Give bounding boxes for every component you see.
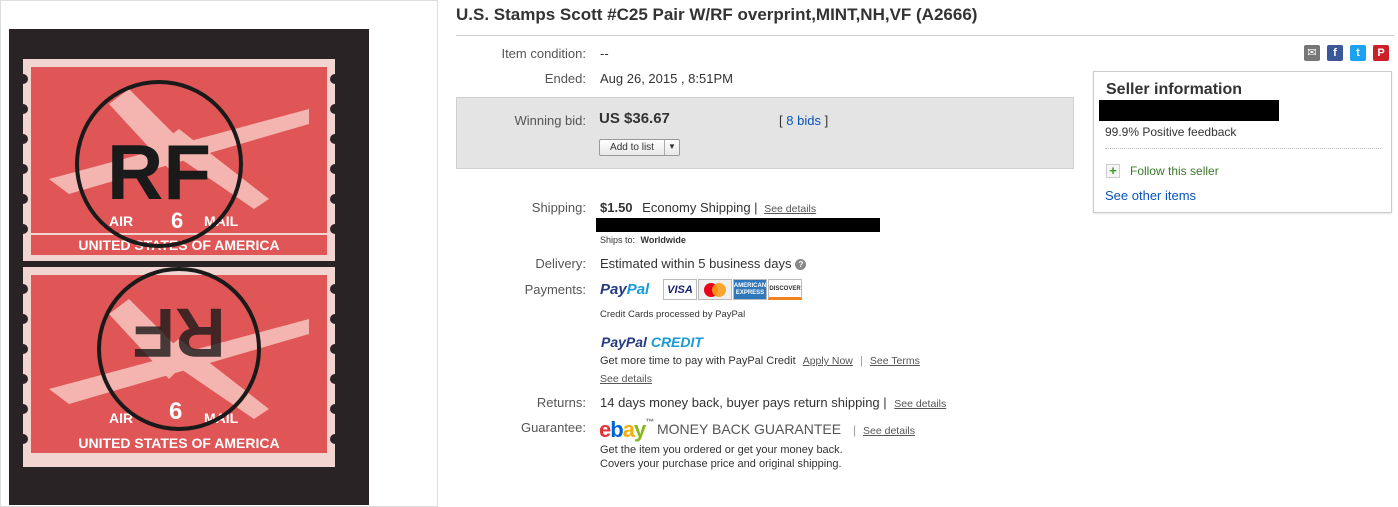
paypal-credit-line: Get more time to pay with PayPal Credit … bbox=[600, 355, 920, 367]
facebook-share-icon[interactable]: f bbox=[1327, 45, 1343, 61]
guarantee-see-details-link[interactable]: See details bbox=[863, 425, 915, 437]
rf-overprint-bottom: RF bbox=[132, 294, 225, 372]
pinterest-share-icon[interactable]: P bbox=[1373, 45, 1389, 61]
listing-page: UNITED STATES OF AMERICA AIR 6 MAIL RF U… bbox=[0, 0, 1398, 507]
winning-bid-label: Winning bid: bbox=[514, 113, 586, 128]
paypal-see-details-link[interactable]: See details bbox=[600, 373, 652, 385]
guarantee-line-1: Get the item you ordered or get your mon… bbox=[600, 444, 843, 456]
money-back-guarantee: MONEY BACK GUARANTEE | See details bbox=[657, 421, 915, 437]
amex-icon: AMERICAN EXPRESS bbox=[733, 279, 767, 300]
see-other-items-link[interactable]: See other items bbox=[1105, 188, 1196, 203]
stamp-pair-image: UNITED STATES OF AMERICA AIR 6 MAIL RF U… bbox=[18, 59, 340, 467]
returns-label: Returns: bbox=[536, 395, 586, 410]
delivery-value: Estimated within 5 business days? bbox=[600, 256, 807, 271]
help-icon[interactable]: ? bbox=[795, 259, 807, 270]
seller-divider bbox=[1105, 148, 1381, 149]
ships-to: Ships to: Worldwide bbox=[600, 235, 686, 245]
item-title: U.S. Stamps Scott #C25 Pair W/RF overpri… bbox=[456, 5, 978, 24]
returns-see-details-link[interactable]: See details bbox=[894, 398, 946, 410]
bid-count: [ 8 bids ] bbox=[779, 113, 829, 128]
plus-icon[interactable]: + bbox=[1106, 164, 1120, 178]
visa-icon: VISA bbox=[663, 279, 697, 300]
follow-seller-link[interactable]: Follow this seller bbox=[1130, 164, 1219, 178]
redacted-shipping-location bbox=[596, 218, 880, 232]
stamp-photo[interactable]: UNITED STATES OF AMERICA AIR 6 MAIL RF U… bbox=[9, 29, 369, 505]
chevron-down-icon[interactable]: ▼ bbox=[665, 140, 679, 155]
seller-info-title: Seller information bbox=[1106, 81, 1243, 98]
winning-bid-box bbox=[456, 97, 1074, 169]
delivery-label: Delivery: bbox=[535, 256, 586, 271]
image-panel: UNITED STATES OF AMERICA AIR 6 MAIL RF U… bbox=[0, 0, 438, 507]
seller-info-box: Seller information 99.9% Positive feedba… bbox=[1093, 71, 1392, 213]
mastercard-icon bbox=[698, 279, 732, 300]
condition-value: -- bbox=[600, 46, 609, 61]
ebay-logo: ebay™ bbox=[599, 417, 654, 442]
add-to-list-label[interactable]: Add to list bbox=[600, 140, 665, 155]
ended-value: Aug 26, 2015 , 8:51PM bbox=[600, 71, 733, 86]
shipping-method: Economy Shipping | bbox=[642, 200, 758, 215]
rf-overprint-top: RF bbox=[107, 128, 211, 216]
shipping-line: $1.50 Economy Shipping | See details bbox=[600, 200, 816, 215]
condition-label: Item condition: bbox=[501, 46, 586, 61]
title-divider bbox=[456, 35, 1394, 36]
email-share-icon[interactable]: ✉ bbox=[1304, 45, 1320, 61]
svg-text:6: 6 bbox=[169, 398, 182, 425]
see-terms-link[interactable]: See Terms bbox=[870, 355, 920, 367]
returns-line: 14 days money back, buyer pays return sh… bbox=[600, 395, 947, 410]
shipping-cost: $1.50 bbox=[600, 200, 633, 215]
guarantee-label: Guarantee: bbox=[520, 420, 586, 435]
redacted-seller-name bbox=[1099, 100, 1279, 121]
guarantee-line-2: Covers your purchase price and original … bbox=[600, 458, 842, 470]
paypal-credit-logo: PayPal CREDIT bbox=[601, 334, 703, 350]
paypal-logo: PayPal bbox=[600, 281, 650, 298]
bid-history-link[interactable]: 8 bids bbox=[786, 113, 821, 128]
card-logos: VISA AMERICAN EXPRESS DISCOVER bbox=[663, 279, 802, 300]
cc-note: Credit Cards processed by PayPal bbox=[600, 309, 746, 320]
ended-label: Ended: bbox=[544, 71, 586, 86]
apply-now-link[interactable]: Apply Now bbox=[803, 355, 853, 367]
discover-icon: DISCOVER bbox=[768, 279, 802, 300]
add-to-list-button[interactable]: Add to list ▼ bbox=[599, 139, 680, 156]
payments-label: Payments: bbox=[524, 282, 586, 297]
twitter-share-icon[interactable]: t bbox=[1350, 45, 1366, 61]
shipping-see-details-link[interactable]: See details bbox=[764, 203, 816, 215]
shipping-label: Shipping: bbox=[531, 200, 586, 215]
winning-bid-amount: US $36.67 bbox=[599, 110, 670, 127]
stamp-bottom-country: UNITED STATES OF AMERICA bbox=[78, 435, 279, 451]
seller-feedback: 99.9% Positive feedback bbox=[1105, 125, 1237, 139]
